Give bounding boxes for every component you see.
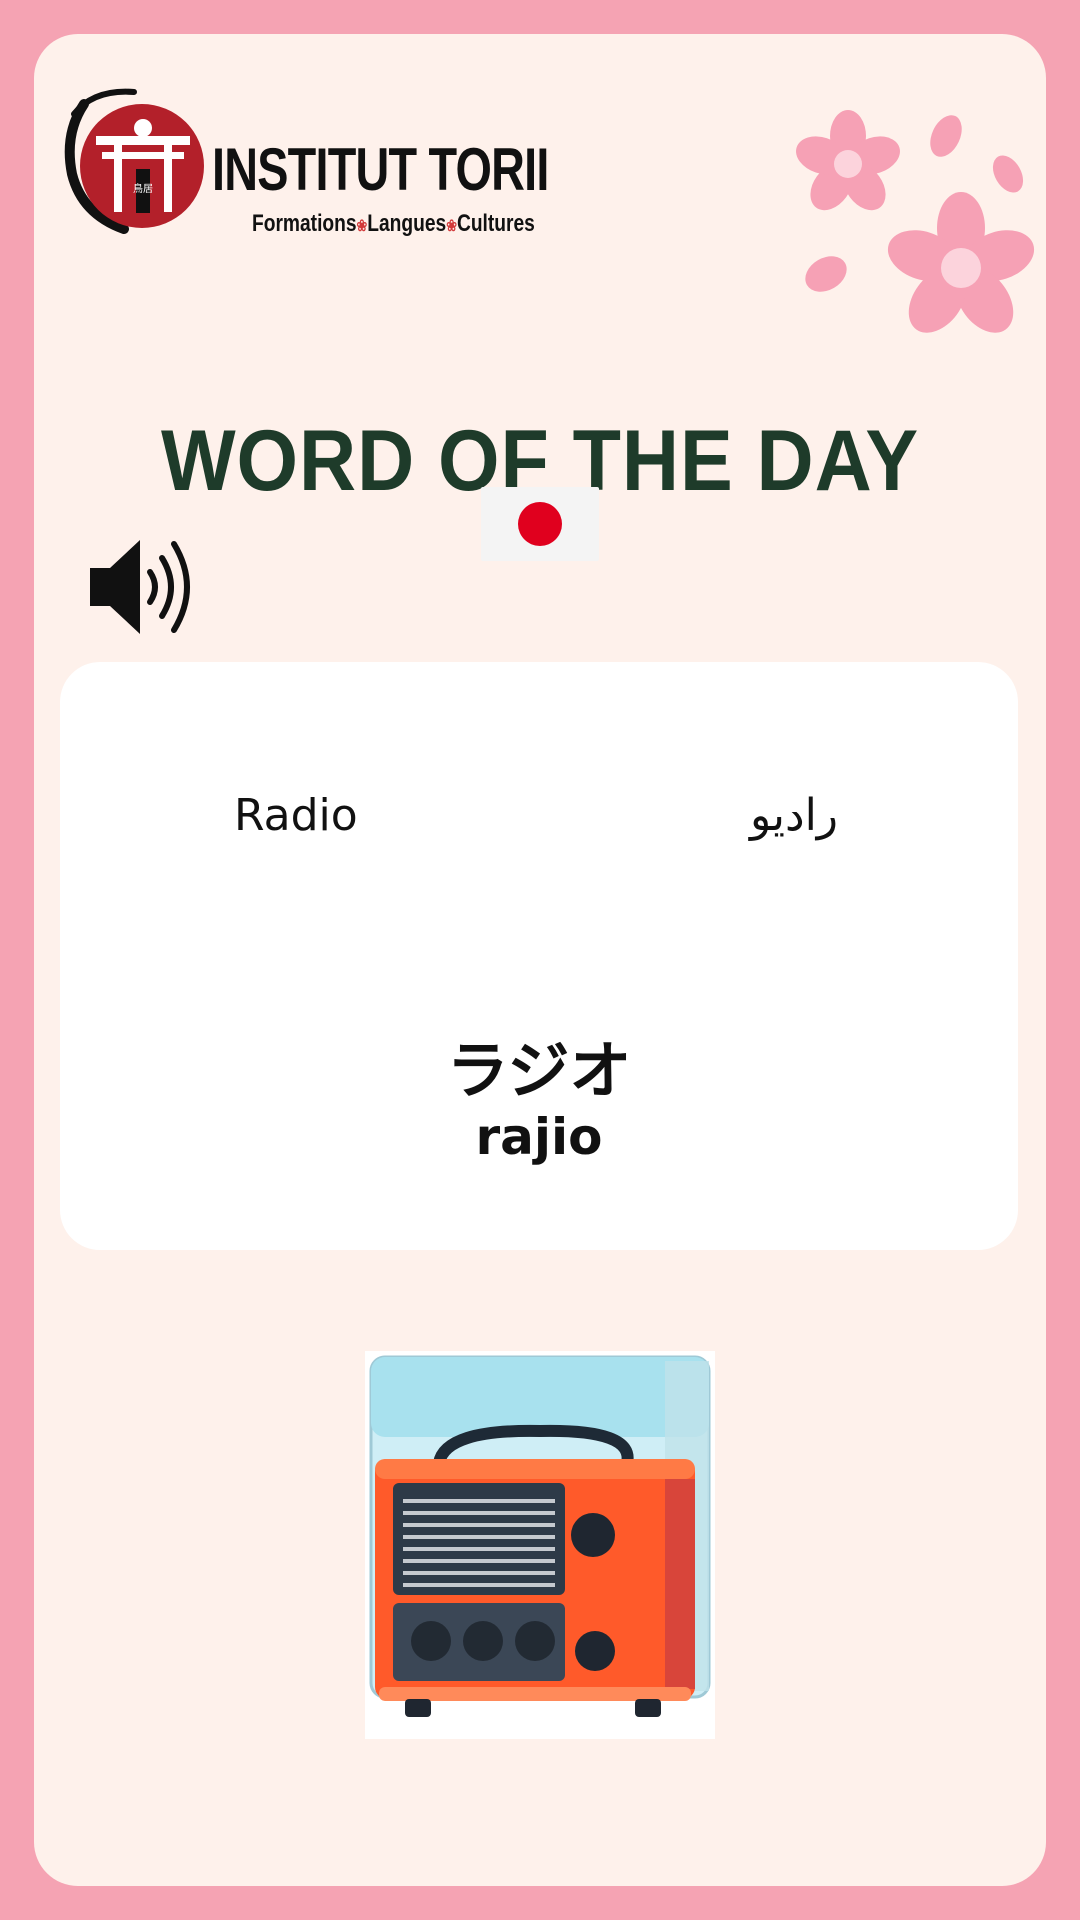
- speaker-icon[interactable]: [86, 532, 196, 642]
- word-romaji: rajio: [475, 1108, 603, 1166]
- word-panel: Radio راديو ラジオ rajio: [60, 662, 1018, 1250]
- logo-tagline: Formations❀Langues❀Cultures: [252, 210, 535, 237]
- logo-title: INSTITUT TORII: [212, 136, 549, 203]
- japan-flag-icon: [481, 487, 599, 561]
- word-french: Radio: [234, 790, 358, 841]
- emblem-kanji: 鳥居: [133, 182, 153, 195]
- institut-torii-logo: 鳥居 INSTITUT TORII Formations❀Langues❀Cul…: [54, 74, 549, 244]
- word-card: 鳥居 INSTITUT TORII Formations❀Langues❀Cul…: [34, 34, 1046, 1886]
- word-japanese: ラジオ: [446, 1034, 632, 1107]
- radio-illustration: [365, 1351, 715, 1739]
- flag-sun: [518, 502, 562, 546]
- sakura-blossom-icon: [796, 110, 1035, 333]
- torii-emblem-icon: 鳥居: [64, 88, 204, 234]
- word-arabic: راديو: [750, 790, 839, 841]
